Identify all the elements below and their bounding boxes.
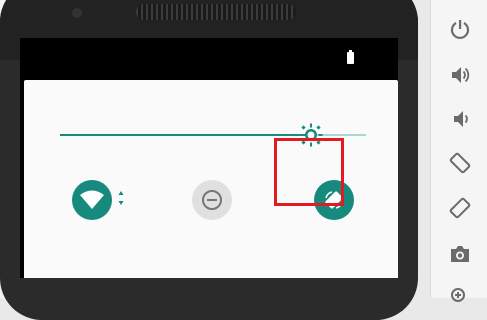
brightness-slider[interactable] — [60, 123, 366, 147]
emulator-toolbar — [430, 0, 487, 302]
screenshot-button[interactable] — [445, 239, 475, 269]
phone-device — [0, 0, 418, 320]
brightness-slider-fill — [60, 134, 311, 136]
wifi-icon — [80, 190, 104, 209]
do-not-disturb-tile[interactable] — [192, 180, 232, 220]
volume-down-button[interactable] — [445, 104, 475, 134]
rotate-left-button[interactable] — [445, 148, 475, 178]
status-bar — [20, 38, 398, 80]
zoom-icon — [451, 288, 465, 302]
rotate-left-icon — [449, 152, 471, 174]
highlight-box-auto-rotate — [274, 138, 344, 206]
speaker-grille — [136, 4, 296, 20]
volume-up-icon — [452, 67, 470, 83]
front-camera — [72, 8, 82, 18]
dnd-icon — [202, 190, 222, 210]
camera-icon — [451, 246, 469, 262]
volume-up-button[interactable] — [445, 60, 475, 90]
wifi-tile[interactable] — [72, 180, 112, 220]
battery-full-icon — [347, 50, 354, 64]
rotate-right-button[interactable] — [445, 193, 475, 223]
power-button[interactable] — [445, 14, 475, 44]
power-icon — [450, 20, 470, 40]
zoom-button[interactable] — [445, 282, 475, 312]
rotate-right-icon — [449, 197, 471, 219]
volume-down-icon — [454, 111, 468, 127]
wifi-data-activity-icon — [118, 191, 124, 205]
